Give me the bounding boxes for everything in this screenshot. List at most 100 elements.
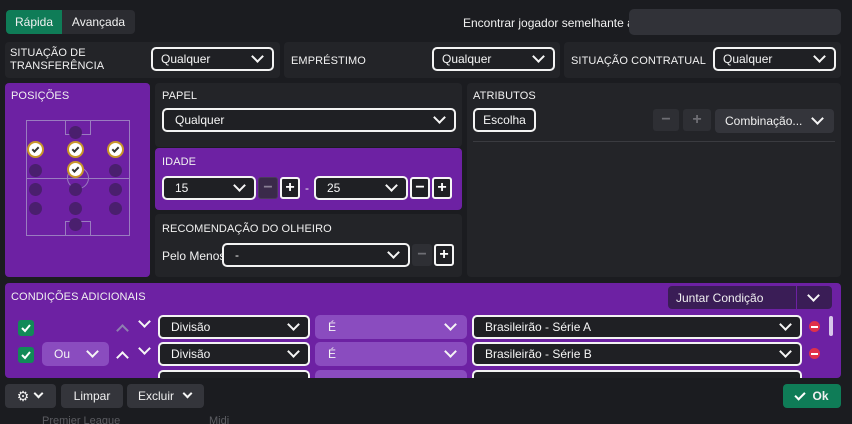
age-min-dropdown[interactable]: 15: [162, 176, 256, 200]
chevron-down-icon: [444, 318, 457, 331]
attributes-decrement[interactable]: −: [653, 109, 679, 131]
chevron-down-icon: [385, 179, 398, 192]
settings-menu-button[interactable]: ⚙: [5, 384, 56, 408]
age-min-increment[interactable]: +: [280, 177, 300, 199]
pos-dot[interactable]: [29, 164, 42, 177]
pos-dot[interactable]: [29, 202, 42, 215]
contract-label: SITUAÇÃO CONTRATUAL: [571, 55, 706, 67]
chevron-down-icon: [433, 111, 446, 124]
condition-value-dropdown[interactable]: Brasileirão - Série B: [472, 342, 802, 366]
pos-dot[interactable]: [109, 183, 122, 196]
condition-op-value: É: [328, 347, 337, 361]
check-icon: [111, 144, 120, 153]
scout-dropdown[interactable]: -: [222, 243, 410, 267]
plus-icon: +: [437, 179, 447, 196]
attributes-divider: [473, 141, 835, 142]
combination-dropdown[interactable]: Combinação...: [715, 109, 834, 133]
tab-rapida[interactable]: Rápida: [6, 10, 62, 34]
condition-row-partial: [158, 370, 310, 378]
chevron-down-icon: [444, 345, 457, 358]
condition-field-value: Divisão: [171, 347, 211, 361]
clear-button[interactable]: Limpar: [61, 384, 123, 408]
age-max-increment[interactable]: +: [432, 177, 452, 199]
condition-op-dropdown[interactable]: É: [315, 342, 467, 366]
join-condition-chevron[interactable]: [797, 286, 832, 309]
condition-field-dropdown[interactable]: Divisão: [158, 315, 310, 339]
delete-label: Excluir: [137, 389, 174, 403]
age-max-decrement[interactable]: −: [410, 177, 430, 199]
chevron-down-icon: [287, 318, 300, 331]
check-icon: [31, 144, 40, 153]
age-max-dropdown[interactable]: 25: [314, 176, 408, 200]
similar-player-input[interactable]: [629, 9, 841, 35]
chevron-down-icon: [387, 246, 400, 259]
pos-dot[interactable]: [109, 202, 122, 215]
attributes-choose-button[interactable]: Escolha: [473, 108, 536, 132]
minus-icon: −: [417, 246, 427, 263]
tab-avancada-label: Avançada: [71, 15, 126, 29]
contract-dropdown[interactable]: Qualquer: [713, 47, 836, 71]
condition-value-value: Brasileirão - Série B: [485, 347, 592, 361]
role-label: PAPEL: [162, 90, 198, 102]
age-label: IDADE: [162, 156, 197, 168]
background-midi-text: Midi: [209, 415, 230, 424]
chevron-down-icon: [33, 388, 44, 399]
remove-condition-icon[interactable]: [809, 321, 820, 332]
pos-dot[interactable]: [69, 183, 82, 196]
chevron-down-icon: [813, 50, 826, 63]
conditions-scrollbar[interactable]: [829, 316, 833, 336]
role-dropdown[interactable]: Qualquer: [162, 108, 456, 132]
background-league-text: Premier League: [42, 415, 121, 424]
check-icon: [794, 388, 807, 401]
pos-dot[interactable]: [29, 183, 42, 196]
condition-checkbox[interactable]: [18, 320, 34, 336]
minus-icon: −: [661, 111, 671, 128]
contract-value: Qualquer: [723, 52, 773, 66]
attributes-increment[interactable]: +: [683, 109, 711, 131]
age-min-value: 15: [175, 181, 189, 195]
scout-increment[interactable]: +: [434, 244, 454, 266]
age-min-decrement[interactable]: −: [258, 177, 278, 199]
loan-dropdown[interactable]: Qualquer: [432, 47, 555, 71]
chevron-down-icon: [779, 318, 792, 331]
pos-dot[interactable]: [69, 202, 82, 215]
condition-logic-dropdown[interactable]: Ou: [42, 342, 109, 366]
chevron-down-icon: [811, 112, 824, 125]
plus-icon: +: [439, 246, 449, 263]
ok-button[interactable]: Ok: [783, 384, 841, 408]
pos-amc-selected[interactable]: [67, 141, 84, 158]
pos-dot[interactable]: [69, 218, 82, 231]
scout-decrement[interactable]: −: [412, 244, 432, 266]
pos-mc-selected[interactable]: [67, 161, 84, 178]
minus-icon: −: [415, 179, 425, 196]
condition-logic-value: Ou: [54, 347, 71, 361]
condition-field-dropdown[interactable]: Divisão: [158, 342, 310, 366]
remove-condition-icon[interactable]: [809, 348, 820, 359]
condition-checkbox[interactable]: [18, 347, 34, 363]
condition-field-value: Divisão: [171, 320, 211, 334]
pos-dot[interactable]: [69, 126, 82, 139]
chevron-down-icon: [532, 50, 545, 63]
condition-value-dropdown[interactable]: Brasileirão - Série A: [472, 315, 802, 339]
tab-avancada[interactable]: Avançada: [62, 10, 135, 34]
delete-button[interactable]: Excluir: [127, 384, 204, 408]
transfer-status-dropdown[interactable]: Qualquer: [151, 47, 274, 71]
check-icon: [21, 351, 31, 360]
plus-icon: +: [285, 179, 295, 196]
condition-value-value: Brasileirão - Série A: [485, 320, 592, 334]
condition-op-dropdown[interactable]: É: [315, 315, 467, 339]
condition-row-partial: [472, 370, 802, 378]
transfer-status-value: Qualquer: [161, 52, 211, 66]
ok-label: Ok: [812, 389, 829, 403]
tab-rapida-label: Rápida: [14, 15, 54, 29]
conditions-label: CONDIÇÕES ADICIONAIS: [11, 291, 146, 303]
join-condition-button[interactable]: Juntar Condição: [668, 286, 796, 309]
positions-label: POSIÇÕES: [11, 90, 70, 102]
similar-player-label: Encontrar jogador semelhante a: [463, 16, 634, 30]
pos-amr-selected[interactable]: [107, 141, 124, 158]
check-icon: [71, 164, 80, 173]
check-icon: [71, 144, 80, 153]
age-max-value: 25: [327, 181, 341, 195]
pos-aml-selected[interactable]: [27, 141, 44, 158]
pos-dot[interactable]: [109, 164, 122, 177]
